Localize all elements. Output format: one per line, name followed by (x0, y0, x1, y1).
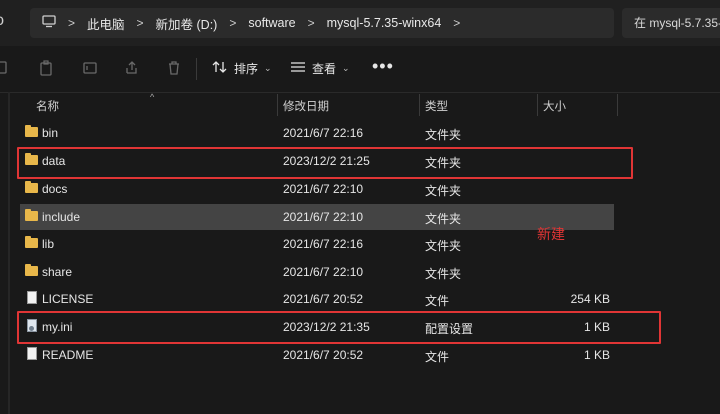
file-name: include (42, 210, 81, 224)
left-scroll-track[interactable] (8, 92, 10, 414)
breadcrumb-item-mysql[interactable]: mysql-5.7.35-winx64 (327, 16, 442, 30)
file-type: 文件夹 (425, 212, 462, 226)
file-modified: 2021/6/7 20:52 (283, 292, 364, 306)
view-label: 查看 (312, 62, 337, 76)
file-name: README (42, 348, 94, 362)
annotation-note: 新建 (537, 226, 565, 242)
file-type: 文件 (425, 294, 450, 308)
rename-icon[interactable] (82, 60, 98, 76)
file-name: docs (42, 182, 68, 196)
file-modified: 2021/6/7 20:52 (283, 348, 364, 362)
column-divider[interactable] (617, 94, 618, 116)
file-name: LICENSE (42, 292, 94, 306)
column-divider[interactable] (537, 94, 538, 116)
file-type: 文件夹 (425, 128, 462, 142)
column-name[interactable]: 名称 (36, 98, 59, 114)
file-size: 1 KB (583, 348, 610, 362)
breadcrumb-item-drive-d[interactable]: 新加卷 (D:) (156, 14, 218, 33)
file-name: lib (42, 237, 55, 251)
file-modified: 2021/6/7 22:10 (283, 210, 364, 224)
column-size[interactable]: 大小 (543, 98, 566, 114)
breadcrumb-item-software[interactable]: software (248, 16, 295, 30)
breadcrumb-item-this-pc[interactable]: 此电脑 (87, 14, 125, 33)
file-icon (27, 291, 37, 304)
address-bar: ɔ > 此电脑 > 新加卷 (D:) > software > mysql-5.… (0, 0, 720, 46)
folder-icon (25, 125, 38, 137)
highlight-box-my-ini (17, 311, 661, 344)
file-row-docs[interactable]: docs 2021/6/7 22:10 文件夹 (20, 176, 614, 202)
chevron-right-icon[interactable]: > (68, 16, 75, 30)
chevron-right-icon[interactable]: > (453, 16, 460, 30)
breadcrumb[interactable]: > 此电脑 > 新加卷 (D:) > software > mysql-5.7.… (30, 8, 614, 38)
chevron-down-icon: ⌄ (264, 63, 272, 73)
file-modified: 2021/6/7 22:16 (283, 237, 364, 251)
folder-icon (25, 264, 38, 276)
copy-icon[interactable] (0, 60, 10, 76)
file-modified: 2021/6/7 22:16 (283, 126, 364, 140)
file-name: bin (42, 126, 59, 140)
file-type: 文件 (425, 350, 450, 364)
sort-icon (212, 60, 228, 77)
file-row-include[interactable]: include 2021/6/7 22:10 文件夹 (20, 204, 614, 230)
column-type[interactable]: 类型 (425, 98, 448, 114)
file-icon (27, 347, 37, 360)
view-list-icon (290, 60, 306, 77)
monitor-icon (42, 15, 56, 31)
column-divider[interactable] (277, 94, 278, 116)
sort-ascending-icon: ^ (150, 92, 155, 102)
folder-icon (25, 209, 38, 221)
file-type: 文件夹 (425, 239, 462, 253)
folder-icon (25, 181, 38, 193)
highlight-box-data (17, 147, 633, 179)
file-modified: 2021/6/7 22:10 (283, 265, 364, 279)
file-type: 文件夹 (425, 184, 462, 198)
column-divider[interactable] (419, 94, 420, 116)
chevron-right-icon[interactable]: > (137, 16, 144, 30)
file-row-license[interactable]: LICENSE 2021/6/7 20:52 文件 254 KB (20, 286, 614, 312)
chevron-down-icon: ⌄ (342, 63, 350, 73)
sort-label: 排序 (234, 62, 259, 76)
file-size: 254 KB (570, 292, 610, 306)
view-button[interactable]: 查看 ⌄ (290, 60, 350, 77)
file-modified: 2021/6/7 22:10 (283, 182, 364, 196)
file-row-lib[interactable]: lib 2021/6/7 22:16 文件夹 (20, 231, 614, 257)
folder-icon (25, 236, 38, 248)
file-type: 文件夹 (425, 267, 462, 281)
search-input[interactable]: 在 mysql-5.7.35-winx64 (622, 8, 720, 38)
file-row-bin[interactable]: bin 2021/6/7 22:16 文件夹 (20, 120, 614, 146)
more-options-icon[interactable]: ••• (372, 56, 394, 77)
delete-icon[interactable] (166, 60, 182, 76)
paste-icon[interactable] (38, 60, 54, 76)
sort-button[interactable]: 排序 ⌄ (212, 60, 272, 77)
file-name: share (42, 265, 73, 279)
chevron-right-icon[interactable]: > (308, 16, 315, 30)
refresh-icon[interactable]: ɔ (0, 12, 4, 30)
share-icon[interactable] (124, 60, 140, 76)
column-modified[interactable]: 修改日期 (283, 98, 329, 114)
toolbar-divider (196, 58, 197, 80)
chevron-right-icon[interactable]: > (229, 16, 236, 30)
command-bar: 排序 ⌄ 查看 ⌄ ••• (0, 46, 720, 93)
file-row-readme[interactable]: README 2021/6/7 20:52 文件 1 KB (20, 342, 614, 368)
column-header: ^ 名称 修改日期 类型 大小 (0, 92, 720, 118)
file-row-share[interactable]: share 2021/6/7 22:10 文件夹 (20, 259, 614, 285)
